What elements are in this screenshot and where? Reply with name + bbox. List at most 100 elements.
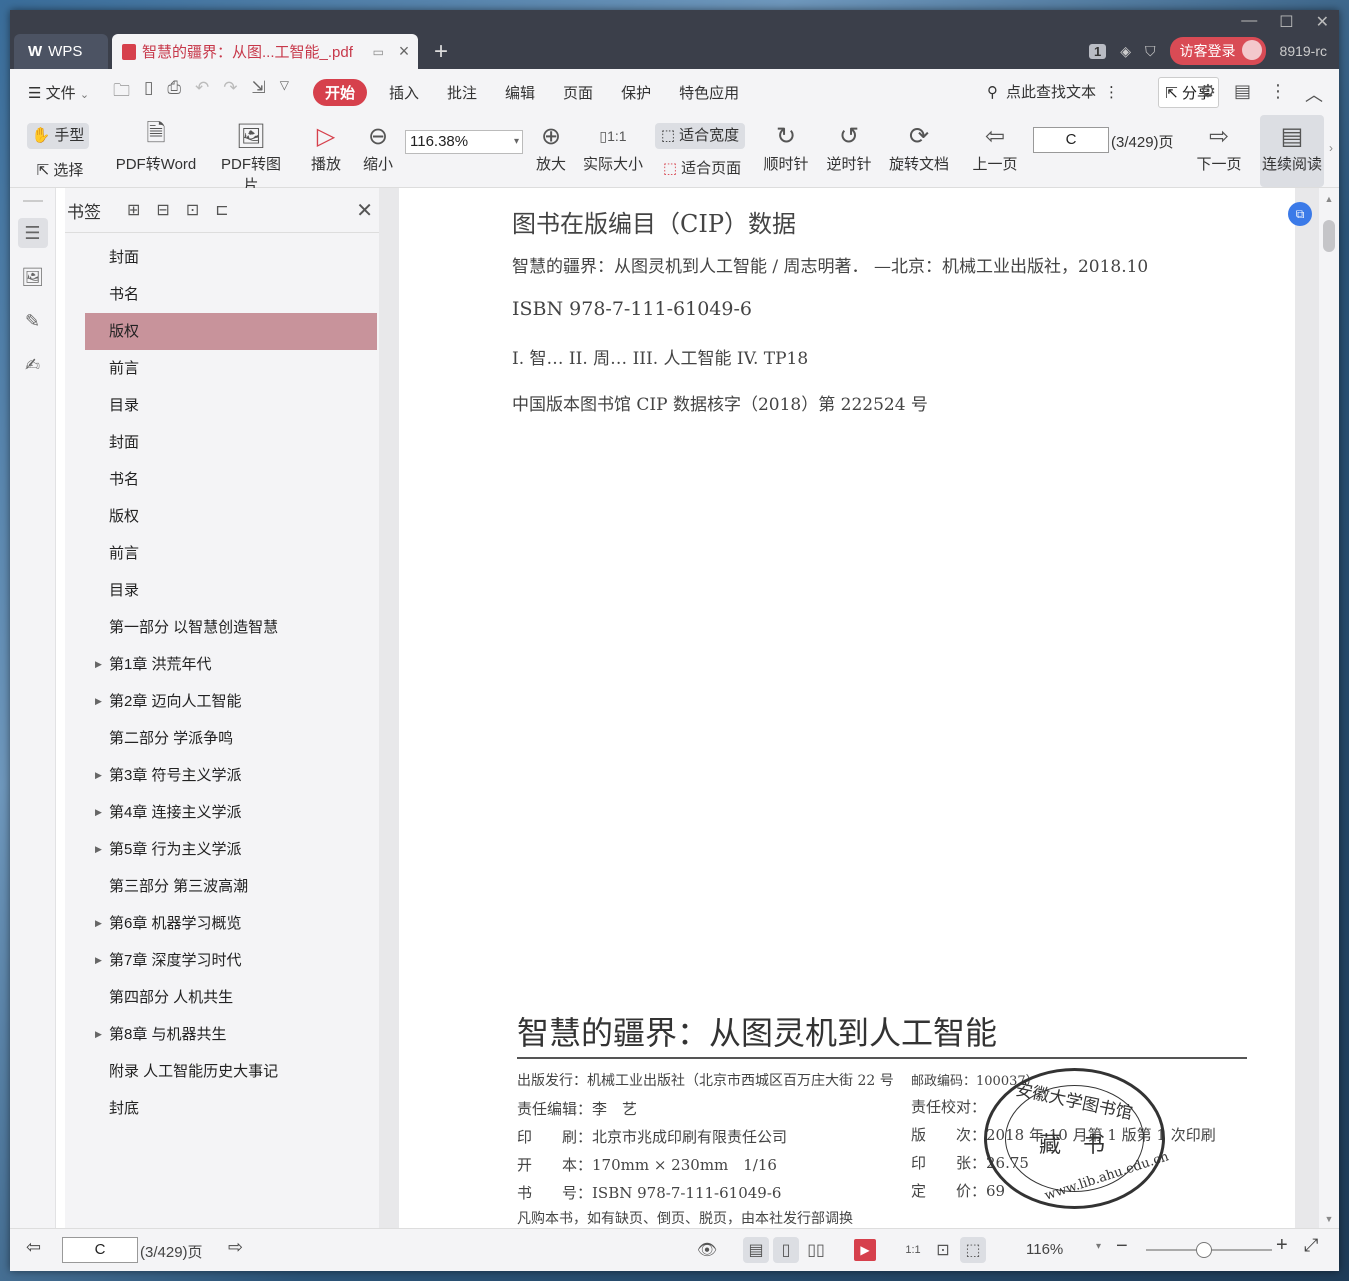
pdf-to-image-button[interactable]: 🖼 PDF转图片 [214, 119, 288, 195]
scroll-up-icon[interactable]: ▲ [1319, 194, 1339, 204]
bookmark-item[interactable]: ▶ 第3章 符号主义学派 [85, 757, 377, 794]
signature-panel-icon[interactable]: ✍ [18, 350, 48, 380]
bookmark-item[interactable]: 书名 [85, 276, 377, 313]
status-play-icon[interactable]: ▶ [854, 1239, 876, 1261]
continuous-view-icon[interactable]: ▤ [743, 1237, 769, 1263]
single-page-view-icon[interactable]: ▯ [773, 1237, 799, 1263]
rotate-clockwise-button[interactable]: ↻ 顺时针 [762, 119, 810, 174]
tab-page[interactable]: 页面 [549, 82, 607, 103]
bookmark-item[interactable]: ▶ 第1章 洪荒年代 [85, 646, 377, 683]
next-page-button[interactable]: ⇨ 下一页 [1194, 119, 1244, 174]
scroll-down-icon[interactable]: ▼ [1319, 1214, 1339, 1224]
thumbnail-panel-icon[interactable]: 🖼 [18, 262, 48, 292]
export-icon[interactable]: ⇲ [252, 78, 266, 107]
skin-icon[interactable]: ◈ [1120, 43, 1131, 60]
more-dropdown-icon[interactable]: ▽ [280, 78, 289, 107]
status-zoom-in-icon[interactable]: + [1276, 1234, 1288, 1257]
play-button[interactable]: ▷ 播放 [308, 119, 344, 174]
expand-all-icon[interactable]: ⊞ [127, 200, 140, 220]
bookmark-item[interactable]: ▶ 第7章 深度学习时代 [85, 942, 377, 979]
bookmark-item[interactable]: 第二部分 学派争鸣 [85, 720, 377, 757]
zoom-slider-knob[interactable] [1196, 1242, 1212, 1258]
status-page-input[interactable]: C [62, 1237, 138, 1263]
minimize-icon[interactable]: — [1241, 12, 1257, 32]
status-fit-page-icon[interactable]: ⊡ [930, 1237, 956, 1263]
vertical-scrollbar[interactable]: ▲ ▼ [1319, 188, 1339, 1228]
status-zoom-dropdown-icon[interactable]: ▾ [1096, 1241, 1101, 1252]
bookmark-item[interactable]: 封面 [85, 424, 377, 461]
hand-tool-button[interactable]: ✋ 手型 [27, 123, 89, 149]
actual-size-button[interactable]: ▯1:1 实际大小 [582, 119, 644, 174]
file-menu[interactable]: ☰ 文件 ⌄ [10, 82, 103, 103]
tab-wps-home[interactable]: W WPS [14, 34, 108, 69]
status-next-page-icon[interactable]: ⇨ [228, 1237, 243, 1258]
zoom-slider[interactable] [1146, 1242, 1272, 1258]
login-button[interactable]: 访客登录 [1169, 37, 1266, 65]
bookmark-item[interactable]: ▶ 第2章 迈向人工智能 [85, 683, 377, 720]
fullscreen-icon[interactable]: ⤢ [1304, 1235, 1318, 1256]
undo-icon[interactable]: ↶ [195, 78, 209, 107]
close-panel-icon[interactable]: ✕ [356, 198, 373, 223]
tab-features[interactable]: 特色应用 [665, 82, 753, 103]
add-bookmark-icon[interactable]: ⊡ [186, 200, 199, 220]
rotate-counterclockwise-button[interactable]: ↺ 逆时针 [825, 119, 873, 174]
bookmark-item[interactable]: 版权 [85, 498, 377, 535]
bookmark-item[interactable]: 封面 [85, 239, 377, 276]
collapse-all-icon[interactable]: ⊟ [156, 200, 169, 220]
redo-icon[interactable]: ↷ [223, 78, 237, 107]
window-count-badge[interactable]: 1 [1089, 43, 1107, 59]
status-fit-width-icon[interactable]: ⬚ [960, 1237, 986, 1263]
gear-icon[interactable]: ⚙ [1200, 81, 1216, 107]
expand-arrow-icon[interactable]: ▶ [95, 683, 102, 720]
find-text-search[interactable]: ⚲ 点此查找文本 ⋮ [987, 81, 1119, 102]
tab-insert[interactable]: 插入 [375, 82, 433, 103]
expand-arrow-icon[interactable]: ▶ [95, 794, 102, 831]
two-page-view-icon[interactable]: ▯▯ [803, 1237, 829, 1263]
bookmark-options-icon[interactable]: ⊏ [215, 200, 228, 220]
expand-arrow-icon[interactable]: ▶ [95, 831, 102, 868]
annotation-panel-icon[interactable]: ✎ [18, 306, 48, 336]
continuous-reading-button[interactable]: ▤ 连续阅读 [1260, 115, 1324, 187]
zoom-level-select[interactable]: 116.38% ▾ [405, 130, 523, 154]
status-prev-page-icon[interactable]: ⇦ [26, 1237, 41, 1258]
expand-arrow-icon[interactable]: ▶ [95, 1016, 102, 1053]
status-zoom-out-icon[interactable]: − [1116, 1235, 1128, 1258]
save-icon[interactable]: ▯ [144, 78, 153, 107]
bookmark-item[interactable]: 附录 人工智能历史大事记 [85, 1053, 377, 1090]
bookmark-item[interactable]: ▶ 第5章 行为主义学派 [85, 831, 377, 868]
maximize-icon[interactable]: ☐ [1279, 12, 1293, 32]
collapse-ribbon-icon[interactable]: ︿ [1305, 81, 1323, 107]
bookmark-item[interactable]: 前言 [85, 535, 377, 572]
bookmark-item[interactable]: 前言 [85, 350, 377, 387]
bookmark-item[interactable]: 版权 [85, 313, 377, 350]
fit-width-button[interactable]: ⬚ 适合宽度 [655, 123, 745, 149]
translate-float-icon[interactable]: ⧉ [1288, 202, 1312, 226]
close-window-icon[interactable]: ✕ [1316, 12, 1329, 32]
select-tool-button[interactable]: ⇱ 选择 [32, 159, 88, 183]
page-number-input[interactable]: C [1033, 127, 1109, 153]
bookmark-item[interactable]: 目录 [85, 387, 377, 424]
expand-arrow-icon[interactable]: ▶ [95, 646, 102, 683]
scroll-thumb[interactable] [1323, 220, 1335, 252]
fit-page-button[interactable]: ⬚ 适合页面 [658, 157, 746, 181]
open-folder-icon[interactable]: 🗀 [113, 78, 130, 107]
bookmark-item[interactable]: 封底 [85, 1090, 377, 1127]
rotate-document-button[interactable]: ⟳ 旋转文档 [887, 119, 951, 174]
print-icon[interactable]: ⎙ [167, 78, 181, 107]
close-tab-icon[interactable]: × [390, 41, 418, 62]
bookmark-item[interactable]: ▶ 第8章 与机器共生 [85, 1016, 377, 1053]
more-icon[interactable]: ⋮ [1269, 81, 1287, 107]
zoom-out-button[interactable]: ⊖ 缩小 [360, 119, 396, 174]
expand-arrow-icon[interactable]: ▶ [95, 757, 102, 794]
bookmark-item[interactable]: 目录 [85, 572, 377, 609]
bookmark-panel-icon[interactable]: ☰ [17, 218, 48, 248]
bookmark-item[interactable]: ▶ 第4章 连接主义学派 [85, 794, 377, 831]
zoom-in-button[interactable]: ⊕ 放大 [533, 119, 569, 174]
bookmark-item[interactable]: 第三部分 第三波高潮 [85, 868, 377, 905]
bookmark-item[interactable]: 书名 [85, 461, 377, 498]
tab-annotate[interactable]: 批注 [433, 82, 491, 103]
kebab-icon[interactable]: ⋮ [1104, 83, 1119, 101]
new-tab-button[interactable]: + [434, 38, 448, 66]
shirt-icon[interactable]: ⛉ [1145, 43, 1156, 60]
monitor-icon[interactable]: ▭ [373, 45, 384, 59]
